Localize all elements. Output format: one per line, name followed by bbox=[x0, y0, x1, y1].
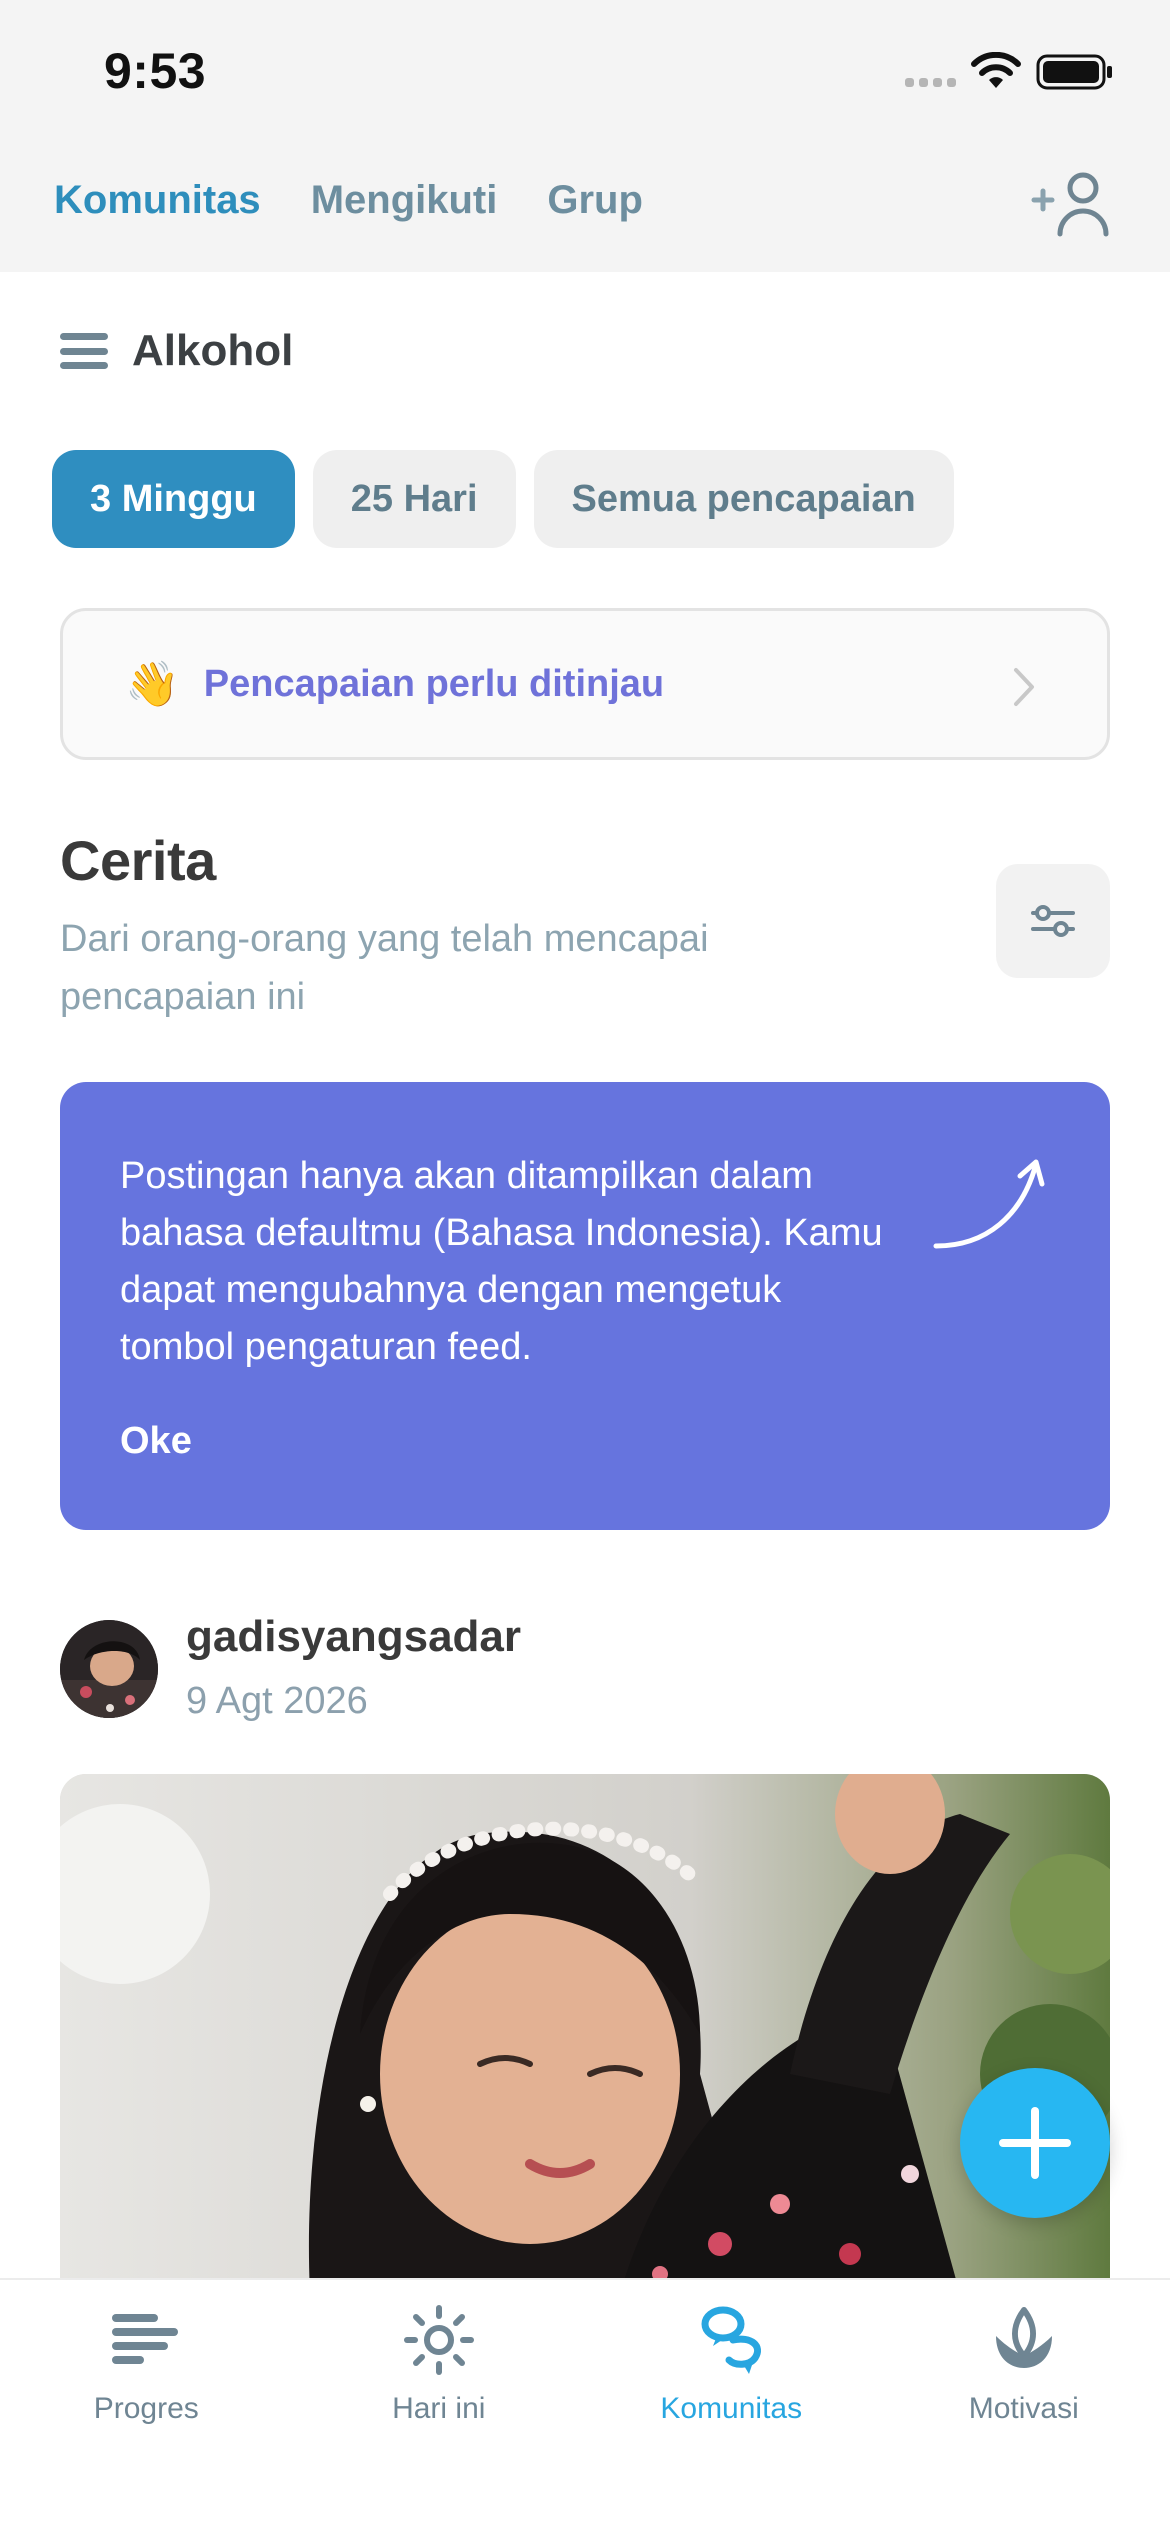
status-time: 9:53 bbox=[104, 43, 207, 99]
tab-mengikuti[interactable]: Mengikuti bbox=[311, 178, 498, 223]
nav-motivasi[interactable]: Motivasi bbox=[878, 2280, 1170, 2532]
nav-progres[interactable]: Progres bbox=[0, 2280, 293, 2532]
cellular-signal-icon bbox=[905, 57, 956, 87]
info-card-text: Postingan hanya akan ditampilkan dalam b… bbox=[120, 1155, 883, 1368]
post-username[interactable]: gadisyangsadar bbox=[186, 1612, 521, 1662]
avatar-photo bbox=[60, 1620, 158, 1718]
community-icon bbox=[701, 2306, 762, 2374]
top-tabs: Komunitas Mengikuti Grup bbox=[54, 178, 643, 223]
wifi-icon bbox=[971, 52, 1021, 88]
section-header: Alkohol bbox=[60, 326, 293, 376]
post-image[interactable] bbox=[60, 1774, 1110, 2294]
curved-arrow-icon bbox=[933, 1159, 1045, 1249]
milestone-chips: 3 Minggu 25 Hari Semua pencapaian bbox=[52, 450, 954, 548]
waving-hand-icon: 👋 bbox=[125, 660, 180, 709]
chevron-right-icon bbox=[1014, 668, 1034, 706]
app-screen: 9:53 Komunitas Mengikuti Grup Alkohol 3 … bbox=[0, 0, 1170, 2532]
avatar[interactable] bbox=[60, 1620, 158, 1718]
battery-icon bbox=[1036, 54, 1112, 90]
menu-icon[interactable] bbox=[60, 333, 108, 369]
lotus-icon bbox=[995, 2307, 1052, 2368]
section-title: Alkohol bbox=[132, 326, 294, 375]
post-date: 9 Agt 2026 bbox=[186, 1680, 368, 1722]
nav-komunitas-label: Komunitas bbox=[660, 2392, 803, 2425]
chip-3-minggu[interactable]: 3 Minggu bbox=[52, 450, 295, 548]
chip-25-hari[interactable]: 25 Hari bbox=[312, 450, 516, 548]
top-bar: 9:53 Komunitas Mengikuti Grup bbox=[0, 0, 1170, 272]
sliders-icon bbox=[1031, 905, 1075, 937]
stories-title: Cerita bbox=[60, 829, 216, 892]
ok-button[interactable]: Oke bbox=[120, 1420, 1050, 1463]
progress-bars-icon bbox=[112, 2314, 179, 2364]
nav-motivasi-label: Motivasi bbox=[968, 2392, 1079, 2425]
feed-settings-button[interactable] bbox=[996, 864, 1110, 978]
nav-hari-ini-label: Hari ini bbox=[392, 2392, 486, 2425]
chip-semua-pencapaian[interactable]: Semua pencapaian bbox=[533, 450, 954, 548]
add-friend-icon[interactable] bbox=[1028, 170, 1118, 240]
post-photo bbox=[60, 1774, 1110, 2294]
bottom-nav: Progres Hari ini Komunitas Motivasi bbox=[0, 2278, 1170, 2532]
create-post-button[interactable] bbox=[960, 2068, 1110, 2218]
plus-icon bbox=[999, 2107, 1071, 2179]
nav-progres-label: Progres bbox=[93, 2392, 199, 2425]
review-banner[interactable]: 👋 Pencapaian perlu ditinjau bbox=[60, 608, 1110, 760]
nav-komunitas[interactable]: Komunitas bbox=[585, 2280, 878, 2532]
tab-komunitas[interactable]: Komunitas bbox=[54, 178, 261, 223]
stories-subtitle: Dari orang-orang yang telah mencapai pen… bbox=[60, 918, 709, 1018]
sun-icon bbox=[403, 2305, 474, 2375]
nav-hari-ini[interactable]: Hari ini bbox=[293, 2280, 586, 2532]
review-banner-label: Pencapaian perlu ditinjau bbox=[203, 662, 665, 705]
status-icons bbox=[905, 50, 1114, 94]
tab-grup[interactable]: Grup bbox=[547, 178, 643, 223]
